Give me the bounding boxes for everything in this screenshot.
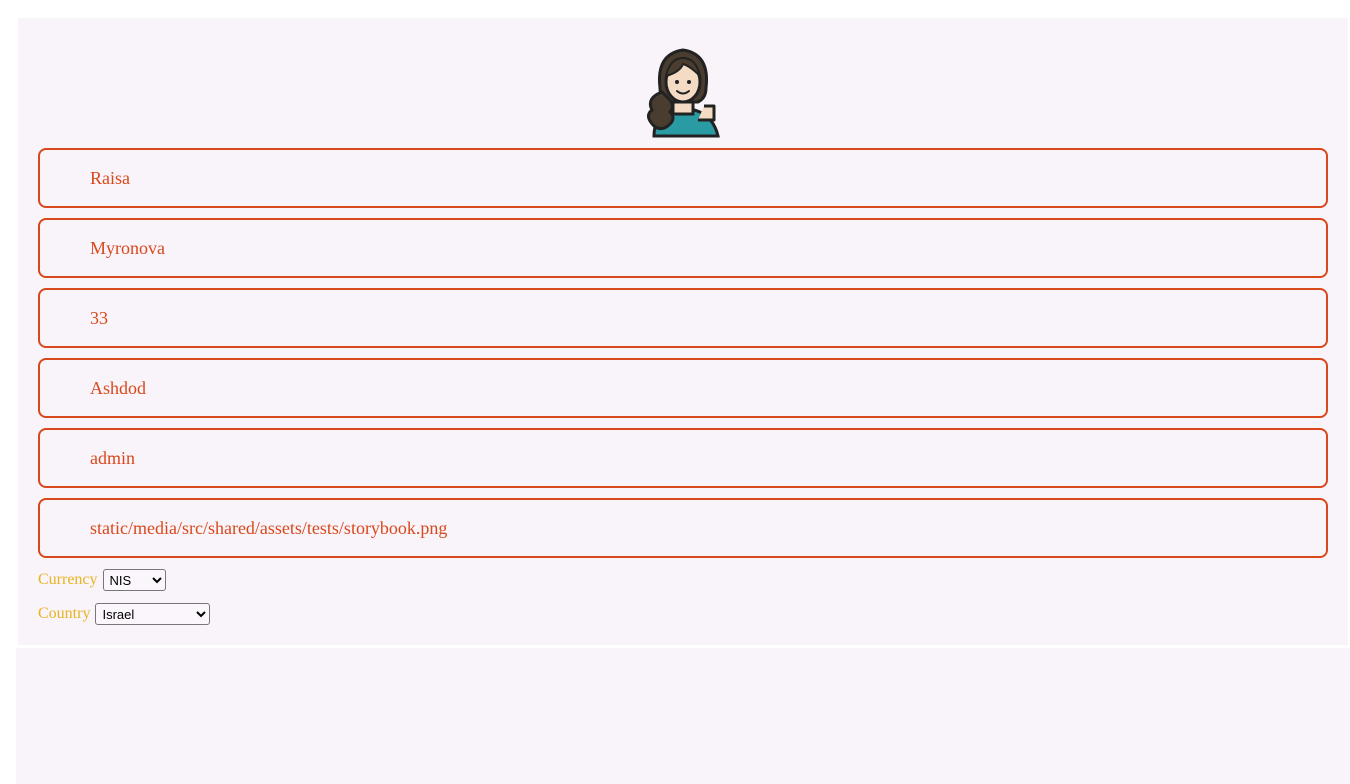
currency-row: Currency NIS <box>38 569 166 591</box>
age-field[interactable]: 33 <box>38 288 1328 348</box>
user-avatar-icon <box>640 36 726 140</box>
currency-select[interactable]: NIS <box>102 569 166 591</box>
role-field[interactable]: admin <box>38 428 1328 488</box>
city-value: Ashdod <box>90 378 147 398</box>
last-name-field[interactable]: Myronova <box>38 218 1328 278</box>
country-row: Country Israel <box>38 603 211 625</box>
profile-card: Raisa Myronova 33 Ashdod admin static/me… <box>18 18 1348 645</box>
country-select[interactable]: Israel <box>95 603 211 625</box>
role-value: admin <box>90 448 135 468</box>
lower-panel <box>16 648 1350 784</box>
city-field[interactable]: Ashdod <box>38 358 1328 418</box>
country-label: Country <box>38 605 91 622</box>
last-name-value: Myronova <box>90 238 165 258</box>
age-value: 33 <box>90 308 108 328</box>
image-path-value: static/media/src/shared/assets/tests/sto… <box>90 518 448 538</box>
first-name-value: Raisa <box>90 168 130 188</box>
image-path-field[interactable]: static/media/src/shared/assets/tests/sto… <box>38 498 1328 558</box>
first-name-field[interactable]: Raisa <box>38 148 1328 208</box>
currency-label: Currency <box>38 571 98 588</box>
